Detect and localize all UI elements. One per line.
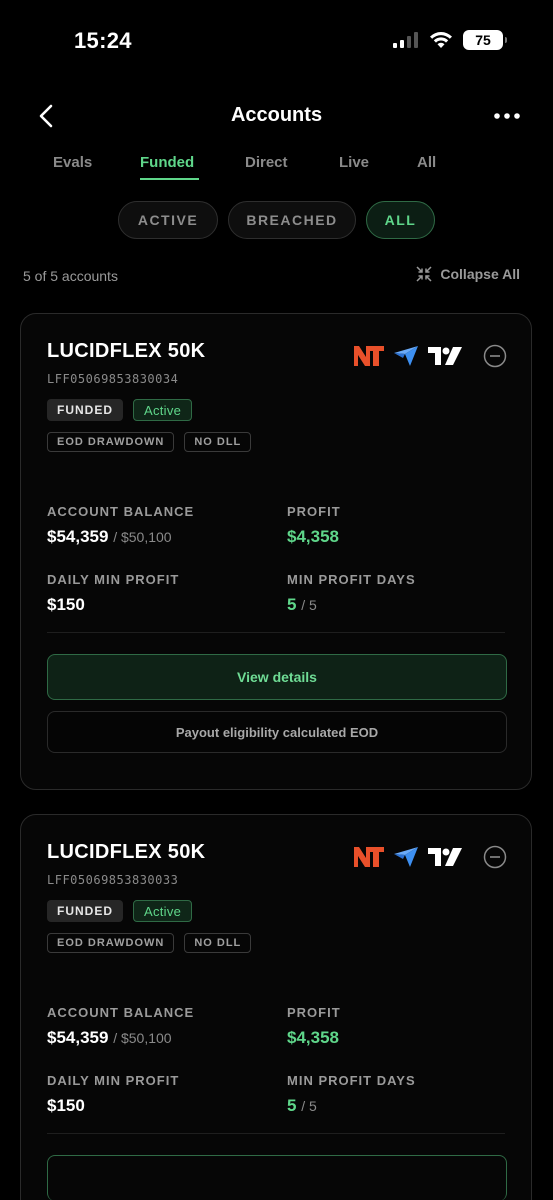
account-type-tabs: Evals Funded Direct Live All [0,150,553,184]
wifi-icon [430,32,452,48]
header: Accounts [0,96,553,136]
funded-badge: FUNDED [47,399,123,421]
tab-funded[interactable]: Funded [140,154,194,171]
funded-badge: FUNDED [47,900,123,922]
tradovate-icon [394,847,418,867]
platform-icons [353,845,507,869]
account-id: LFF05069853830033 [47,873,179,887]
profit-label: PROFIT [287,504,341,519]
min-profit-days-total: / 5 [301,597,317,613]
filter-active[interactable]: ACTIVE [118,201,218,239]
page-title: Accounts [230,104,323,126]
min-profit-days-count: 5 [287,595,297,614]
balance-current: $54,359 [47,527,109,546]
account-balance-value: $54,359 / $50,100 [47,1028,194,1048]
status-badges: FUNDED Active [47,399,193,421]
no-dll-tag: NO DLL [184,933,252,953]
daily-min-profit-value: $150 [47,595,85,614]
minus-circle-icon[interactable] [483,344,507,368]
account-card[interactable]: LUCIDFLEX 50K LFF05069853830033 FUNDED A… [20,814,532,1200]
collapse-all-button[interactable]: Collapse All [416,266,520,282]
min-profit-days-metric: MIN PROFIT DAYS 5 / 5 [287,1073,416,1116]
daily-min-profit-label: DAILY MIN PROFIT [47,572,180,587]
min-profit-days-value: 5 / 5 [287,1096,416,1116]
platform-icons [353,344,507,368]
daily-min-profit-value: $150 [47,1096,85,1115]
balance-start: / $50,100 [113,529,172,545]
min-profit-days-count: 5 [287,1096,297,1115]
status-icons: 75 [393,30,507,50]
battery-level: 75 [475,32,491,48]
tab-all[interactable]: All [417,154,436,171]
tab-live[interactable]: Live [339,154,369,171]
account-balance-value: $54,359 / $50,100 [47,527,194,547]
min-profit-days-value: 5 / 5 [287,595,416,615]
account-balance-label: ACCOUNT BALANCE [47,504,195,519]
view-details-button[interactable]: View details [47,654,507,700]
profit-value: $4,358 [287,1028,339,1047]
profit-value: $4,358 [287,527,339,546]
active-tab-indicator [140,178,199,180]
tradingview-icon [428,347,462,365]
profit-label: PROFIT [287,1005,341,1020]
divider [47,632,505,633]
tab-direct[interactable]: Direct [245,154,288,171]
account-count: 5 of 5 accounts [23,268,118,284]
account-card[interactable]: LUCIDFLEX 50K LFF05069853830034 FUNDED A… [20,313,532,790]
status-bar: 15:24 75 [0,0,553,80]
ninjatrader-icon [354,346,384,366]
cellular-signal-icon [393,32,418,48]
status-badge: Active [133,900,193,922]
rule-tags: EOD DRAWDOWN NO DLL [47,432,252,452]
filter-all[interactable]: ALL [366,201,435,239]
status-time: 15:24 [74,28,132,53]
collapse-arrows-icon [416,266,432,282]
filter-breached[interactable]: BREACHED [228,201,356,239]
ninjatrader-icon [354,847,384,867]
daily-min-profit-metric: DAILY MIN PROFIT $150 [47,572,179,615]
balance-current: $54,359 [47,1028,109,1047]
account-balance-metric: ACCOUNT BALANCE $54,359 / $50,100 [47,1005,194,1048]
profit-metric: PROFIT $4,358 [287,1005,341,1048]
divider [47,1133,505,1134]
rule-tags: EOD DRAWDOWN NO DLL [47,933,252,953]
profit-metric: PROFIT $4,358 [287,504,341,547]
ellipsis-icon [494,113,520,119]
account-name: LUCIDFLEX 50K [47,841,206,863]
battery-icon: 75 [463,30,507,50]
status-badges: FUNDED Active [47,900,193,922]
tradovate-icon [394,346,418,366]
more-options-button[interactable] [491,102,523,130]
payout-eligibility-note: Payout eligibility calculated EOD [47,711,507,753]
min-profit-days-label: MIN PROFIT DAYS [287,1073,416,1088]
daily-min-profit-metric: DAILY MIN PROFIT $150 [47,1073,179,1116]
eod-drawdown-tag: EOD DRAWDOWN [47,432,175,452]
eod-drawdown-tag: EOD DRAWDOWN [47,933,175,953]
tab-evals[interactable]: Evals [53,154,92,171]
min-profit-days-metric: MIN PROFIT DAYS 5 / 5 [287,572,416,615]
daily-min-profit-label: DAILY MIN PROFIT [47,1073,180,1088]
collapse-all-label: Collapse All [440,266,520,282]
no-dll-tag: NO DLL [184,432,252,452]
balance-start: / $50,100 [113,1030,172,1046]
min-profit-days-label: MIN PROFIT DAYS [287,572,416,587]
account-balance-label: ACCOUNT BALANCE [47,1005,195,1020]
view-details-button-partial[interactable] [47,1155,507,1200]
account-id: LFF05069853830034 [47,372,179,386]
account-name: LUCIDFLEX 50K [47,340,206,362]
tradingview-icon [428,848,462,866]
minus-circle-icon[interactable] [483,845,507,869]
min-profit-days-total: / 5 [301,1098,317,1114]
account-balance-metric: ACCOUNT BALANCE $54,359 / $50,100 [47,504,194,547]
status-badge: Active [133,399,193,421]
